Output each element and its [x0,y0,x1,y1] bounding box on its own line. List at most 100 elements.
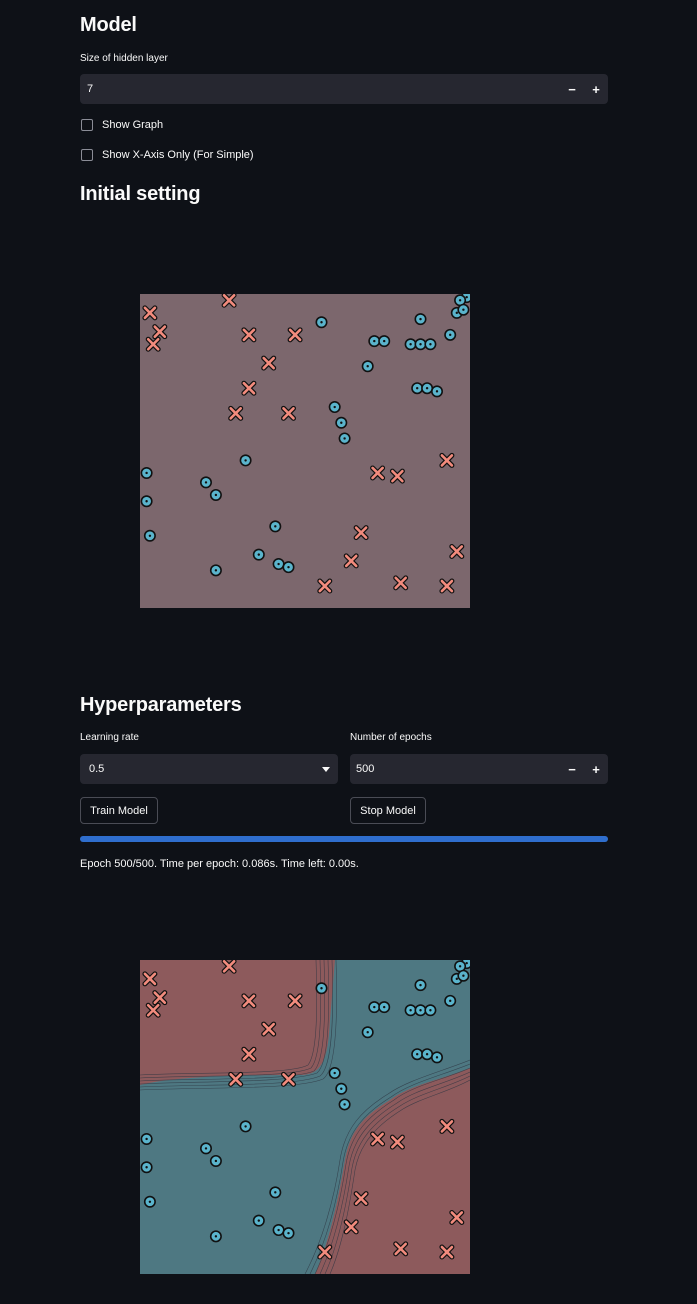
show-x-axis-checkbox-row[interactable]: Show X-Axis Only (For Simple) [81,149,254,161]
o-marker [338,432,351,445]
x-marker [393,575,409,591]
o-marker [209,564,222,577]
x-marker [317,578,333,594]
o-marker [209,488,222,501]
show-x-axis-label[interactable]: Show X-Axis Only (For Simple) [102,149,254,161]
x-marker [261,1021,277,1037]
x-marker [439,578,455,594]
x-marker [241,1046,257,1062]
o-marker [335,1082,348,1095]
train-model-button[interactable]: Train Model [80,797,158,824]
o-marker [368,1001,381,1014]
x-marker [145,1002,161,1018]
x-marker [142,305,158,321]
show-x-axis-checkbox[interactable] [81,149,93,161]
o-marker [414,313,427,326]
epochs-input[interactable]: 500 − + [350,754,608,784]
x-marker [145,336,161,352]
o-marker [404,338,417,351]
o-marker [414,979,427,992]
o-marker [361,360,374,373]
o-marker [335,416,348,429]
epochs-increment-button[interactable]: + [584,754,608,784]
o-marker [414,1004,427,1017]
x-marker [449,1209,465,1225]
initial-setting-heading: Initial setting [80,183,201,205]
o-marker [315,982,328,995]
o-marker [199,476,212,489]
o-marker [269,1186,282,1199]
hidden-layer-label: Size of hidden layer [80,53,168,64]
o-marker [272,1224,285,1237]
x-marker [287,993,303,1009]
x-marker [393,1241,409,1257]
show-graph-label[interactable]: Show Graph [102,119,163,131]
x-marker [241,993,257,1009]
o-marker [424,338,437,351]
o-marker [269,520,282,533]
training-progress-bar [80,836,608,842]
learning-rate-value[interactable]: 0.5 [80,763,314,775]
x-marker [281,1071,296,1087]
learning-rate-select[interactable]: 0.5 [80,754,338,784]
epochs-label: Number of epochs [350,732,432,743]
hidden-layer-decrement-button[interactable]: − [560,74,584,104]
o-marker [328,1067,341,1080]
training-progress-fill [80,836,608,842]
x-marker [370,465,386,481]
x-marker [389,1134,405,1150]
x-marker [439,1244,455,1260]
hidden-layer-input[interactable]: 7 − + [80,74,608,104]
o-marker [444,328,457,341]
x-marker [241,380,257,396]
stop-model-button[interactable]: Stop Model [350,797,426,824]
x-marker [353,1191,369,1207]
x-marker [221,294,237,308]
o-marker [430,1051,443,1064]
o-marker [368,335,381,348]
o-marker [282,1227,295,1240]
x-marker [221,960,237,974]
initial-scatter-plot [140,294,470,608]
hidden-layer-value[interactable]: 7 [80,83,560,95]
o-marker [444,994,457,1007]
epochs-value[interactable]: 500 [350,763,560,775]
hidden-layer-increment-button[interactable]: + [584,74,608,104]
o-marker [140,1132,153,1145]
x-marker [439,452,455,468]
o-marker [378,335,391,348]
show-graph-checkbox[interactable] [81,119,93,131]
o-marker [252,1214,265,1227]
o-marker [421,1048,434,1061]
o-marker [421,382,434,395]
x-marker [343,1219,359,1235]
x-marker [142,971,158,987]
o-marker [282,561,295,574]
o-marker [457,969,470,982]
o-marker [361,1026,374,1039]
show-graph-checkbox-row[interactable]: Show Graph [81,119,163,131]
x-marker [228,405,244,421]
model-heading: Model [80,14,137,36]
o-marker [239,454,252,467]
decision-boundary-plot [140,960,470,1274]
chevron-down-icon[interactable] [314,754,338,784]
x-marker [439,1118,455,1134]
o-marker [424,1004,437,1017]
o-marker [272,558,285,571]
x-marker [343,553,359,569]
epochs-decrement-button[interactable]: − [560,754,584,784]
o-marker [430,385,443,398]
o-marker [378,1001,391,1014]
o-marker [328,401,341,414]
learning-rate-label: Learning rate [80,732,139,743]
o-marker [209,1154,222,1167]
o-marker [143,529,156,542]
o-marker [199,1142,212,1155]
o-marker [140,1161,153,1174]
x-marker [261,355,277,371]
x-marker [152,990,168,1006]
o-marker [252,548,265,561]
x-marker [241,327,257,343]
o-marker [338,1098,351,1111]
